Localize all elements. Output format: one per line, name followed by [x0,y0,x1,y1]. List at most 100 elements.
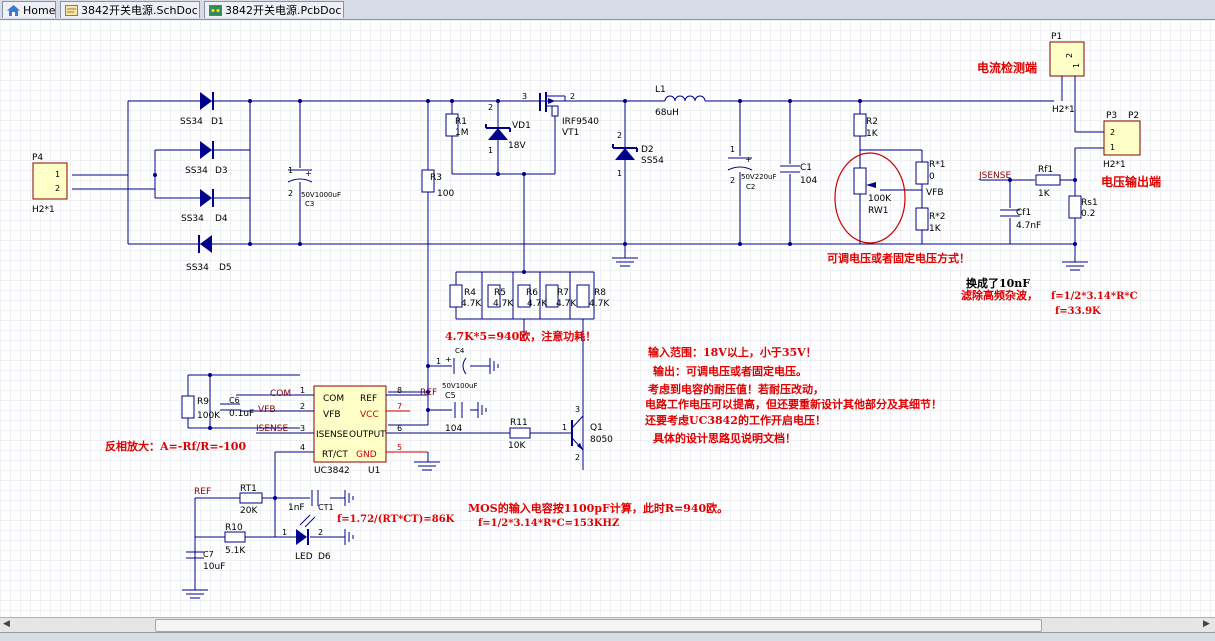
svg-text:H2*1: H2*1 [32,205,55,215]
svg-text:100: 100 [437,189,454,199]
svg-text:SS34: SS34 [181,214,204,224]
svg-text:2: 2 [300,402,305,411]
svg-text:1: 1 [730,145,735,154]
svg-text:D2: D2 [641,145,654,155]
svg-text:68uH: 68uH [655,108,679,118]
svg-text:R*2: R*2 [929,212,945,222]
oscillator-network: REF RT1 20K 1nF CT1 R10 5.1K 1 2 LED D6 C… [182,484,354,599]
svg-text:5.1K: 5.1K [225,546,246,556]
svg-text:ISENSE: ISENSE [316,430,348,440]
note-output: 输出：可调电压或者固定电压。 [653,364,807,378]
note-changed-10nf: 换成了10nF [966,276,1030,290]
note-mos-freq: f=1/2*3.14*R*C=153KHZ [478,518,619,529]
svg-text:3: 3 [300,424,305,433]
svg-text:0.1uF: 0.1uF [229,409,254,419]
horizontal-scrollbar[interactable]: ◀ ▶ [0,617,1215,632]
svg-text:50V220uF: 50V220uF [741,173,777,181]
tab-schdoc-label: 3842开关电源.SchDoc [81,4,198,17]
svg-text:2: 2 [575,453,580,462]
capacitor-c1: C1 104 [780,163,817,186]
svg-text:D3: D3 [215,166,228,176]
note-filter: 滤除高频杂波， [961,288,1038,302]
svg-text:ISENSE: ISENSE [256,424,288,434]
scroll-right-arrow-icon[interactable]: ▶ [1200,618,1213,631]
capacitor-c2: 1 2 + 50V220uF C2 [727,145,777,191]
svg-text:2: 2 [288,189,293,198]
svg-text:2: 2 [617,131,622,140]
svg-text:C4: C4 [455,347,465,355]
svg-text:C1: C1 [800,163,812,173]
error-amp-network: R9 100K C6 0.1uF [181,395,254,421]
svg-text:R3: R3 [430,173,442,183]
diode-d2: 2 1 D2 SS54 [612,131,664,178]
svg-text:R4: R4 [464,288,476,298]
svg-text:IRF9540: IRF9540 [562,117,599,127]
schematic-canvas[interactable]: P4 1 2 H2*1 SS34 D1 SS34 D3 SS34 D4 SS34 D5 … [0,20,1215,617]
svg-text:Rf1: Rf1 [1038,165,1053,175]
svg-text:2: 2 [1110,128,1115,137]
note-startup: 还要考虑UC3842的工作开启电压！ [644,413,826,427]
svg-text:D4: D4 [215,214,228,224]
svg-text:2: 2 [730,176,735,185]
svg-text:LED: LED [295,552,313,562]
note-resistor-power: 4.7K*5=940欧，注意功耗！ [445,329,596,343]
svg-text:SS34: SS34 [186,263,209,273]
note-mos-cap: MOS的输入电容按1100pF计算，此时R=940欧。 [468,501,728,515]
svg-text:P3: P3 [1106,111,1117,121]
scrollbar-thumb[interactable] [155,619,1042,632]
schematic-doc-icon [65,4,78,16]
tab-schdoc[interactable]: 3842开关电源.SchDoc [60,1,200,18]
svg-text:COM: COM [323,394,344,404]
svg-text:2: 2 [318,528,323,537]
svg-text:+: + [745,155,752,164]
svg-text:100K: 100K [197,411,221,421]
svg-text:6: 6 [397,424,402,433]
tab-home-label: Home [23,4,56,17]
svg-text:L1: L1 [655,85,666,95]
note-cap-voltage: 考虑到电容的耐压值！若耐压改动， [648,382,824,396]
svg-text:SS34: SS34 [185,166,208,176]
svg-text:2: 2 [55,184,60,193]
tab-pcbdoc[interactable]: 3842开关电源.PcbDoc [204,1,344,18]
svg-text:Cf1: Cf1 [1016,208,1031,218]
svg-text:+: + [305,169,312,178]
scroll-left-arrow-icon[interactable]: ◀ [0,618,13,631]
svg-text:R8: R8 [594,288,606,298]
tab-home[interactable]: Home [2,1,56,18]
svg-text:1: 1 [617,169,622,178]
svg-text:1: 1 [300,386,305,395]
svg-text:U1: U1 [368,466,380,476]
svg-text:REF: REF [194,487,211,497]
svg-text:4.7K: 4.7K [493,299,514,309]
svg-text:1: 1 [562,423,567,432]
svg-text:1: 1 [436,357,441,366]
svg-text:VD1: VD1 [512,121,531,131]
svg-text:UC3842: UC3842 [314,466,350,476]
svg-text:R10: R10 [225,523,243,533]
svg-text:1nF: 1nF [288,503,305,513]
svg-text:1M: 1M [455,128,469,138]
svg-text:RT/CT: RT/CT [322,450,348,460]
note-filter-freq: f=33.9K [1055,306,1101,317]
svg-text:4.7K: 4.7K [589,299,610,309]
svg-text:2: 2 [488,103,493,112]
svg-text:18V: 18V [508,141,526,151]
svg-text:7: 7 [397,402,402,411]
svg-text:20K: 20K [240,506,258,516]
capacitor-c3: 1 2 + 50V1000uF C3 [287,166,341,208]
svg-text:H2*1: H2*1 [1103,160,1126,170]
connector-p4: P4 1 2 H2*1 [32,153,68,215]
svg-text:1: 1 [1072,63,1081,68]
schematic-drawing: P4 1 2 H2*1 SS34 D1 SS34 D3 SS34 D4 SS34 D5 … [32,32,1161,599]
svg-text:D5: D5 [219,263,232,273]
svg-text:0: 0 [929,172,935,182]
svg-text:R2: R2 [866,117,878,127]
svg-text:D6: D6 [318,552,331,562]
svg-text:+: + [445,355,452,364]
svg-text:VFB: VFB [926,188,944,198]
controller-u1: COM VFB ISENSE RT/CT REF VCC OUTPUT GND … [256,385,440,476]
svg-text:100K: 100K [868,194,892,204]
svg-text:R7: R7 [557,288,569,298]
svg-text:4: 4 [300,443,305,452]
svg-text:REF: REF [420,388,437,398]
